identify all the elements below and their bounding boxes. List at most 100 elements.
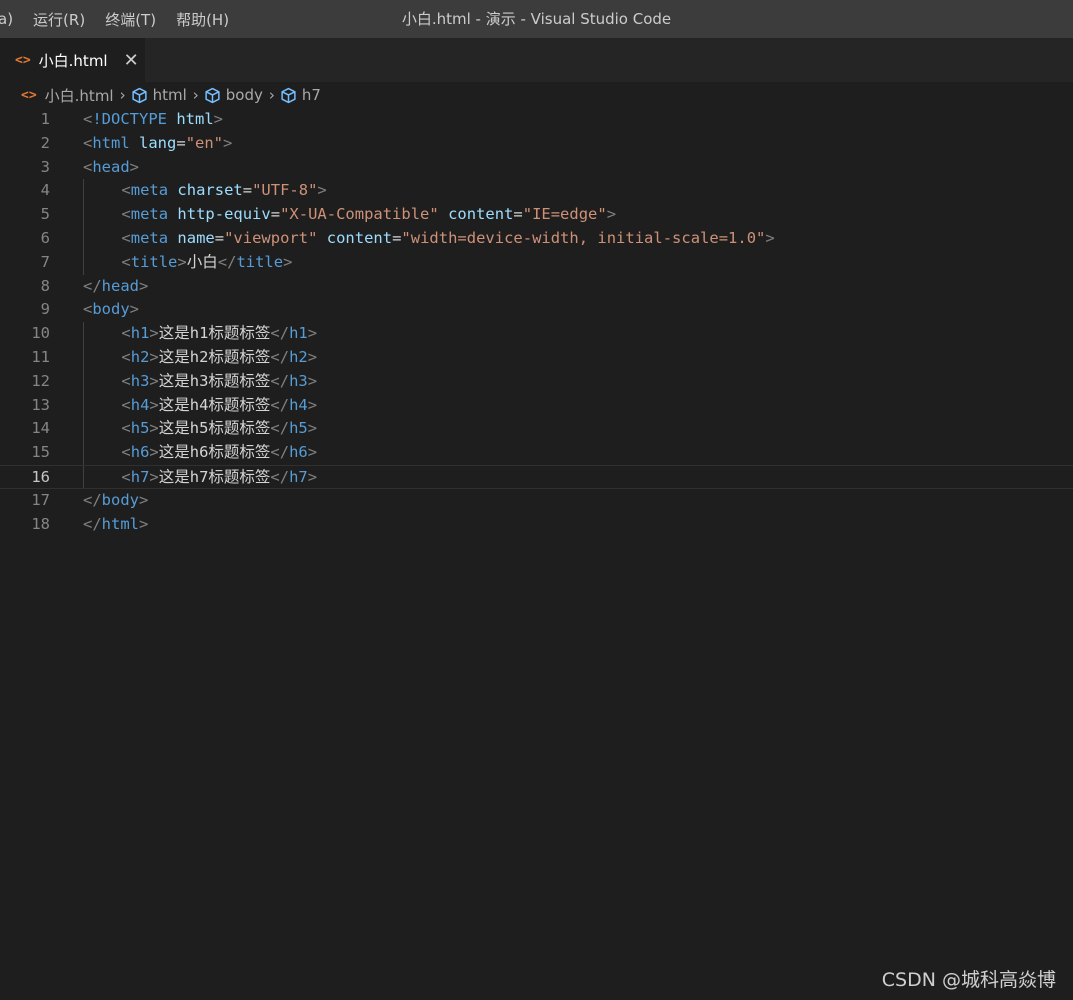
close-icon[interactable]: ✕ bbox=[124, 50, 139, 71]
line-number: 8 bbox=[40, 276, 50, 295]
code-text: <html lang="en"> bbox=[83, 132, 232, 156]
code-line[interactable]: 6 <meta name="viewport" content="width=de… bbox=[0, 226, 1073, 251]
code-token: h2 bbox=[289, 347, 308, 366]
code-line[interactable]: 15 <h6>这是h6标题标签</h6> bbox=[0, 441, 1073, 465]
code-line[interactable]: 8 </head> bbox=[0, 275, 1073, 299]
code-text: <h5>这是h5标题标签</h5> bbox=[121, 417, 317, 441]
code-token: 这是h1标题标签 bbox=[158, 324, 271, 343]
code-token: 这是h3标题标签 bbox=[158, 371, 271, 390]
code-token: < bbox=[121, 467, 131, 486]
code-line[interactable]: 17 </body> bbox=[0, 489, 1073, 513]
line-number: 9 bbox=[40, 300, 50, 319]
code-token: = bbox=[242, 181, 253, 200]
code-token: h1 bbox=[289, 324, 308, 343]
symbol-element-icon bbox=[131, 87, 147, 103]
code-token: > bbox=[149, 419, 159, 438]
code-token: > bbox=[307, 419, 318, 438]
code-token: content bbox=[326, 228, 393, 247]
indent-guide bbox=[83, 203, 84, 227]
breadcrumb-item-html[interactable]: html bbox=[131, 86, 187, 104]
indent-guide bbox=[83, 226, 84, 251]
code-token: </ bbox=[270, 419, 290, 438]
breadcrumb-item-label: body bbox=[225, 86, 263, 104]
code-token: > bbox=[765, 228, 775, 247]
code-line[interactable]: 10 <h1>这是h1标题标签</h1> bbox=[0, 322, 1073, 346]
line-number: 7 bbox=[40, 252, 50, 271]
code-token: html bbox=[176, 110, 214, 128]
code-token: > bbox=[307, 467, 318, 486]
code-line[interactable]: 7 <title>小白</title> bbox=[0, 250, 1073, 275]
code-token: h1 bbox=[130, 324, 150, 343]
code-token: > bbox=[307, 324, 318, 343]
code-token: http-equiv bbox=[177, 205, 271, 224]
code-editor[interactable]: 1 <!DOCTYPE html> 2 <html lang="en"> 3 <head>… bbox=[0, 108, 1073, 1000]
menu-item-help[interactable]: 帮助(H) bbox=[176, 9, 229, 30]
code-token: < bbox=[121, 181, 131, 200]
code-token: 这是h7标题标签 bbox=[158, 467, 271, 486]
breadcrumb-item-label: h7 bbox=[301, 86, 321, 104]
code-line[interactable]: 3 <head> bbox=[0, 156, 1073, 180]
code-token: = bbox=[176, 133, 186, 152]
code-token: 这是h2标题标签 bbox=[158, 347, 271, 366]
code-token: < bbox=[121, 371, 131, 390]
code-token: > bbox=[139, 514, 149, 533]
code-line[interactable]: 18 </html> bbox=[0, 513, 1073, 537]
menu-item-terminal[interactable]: 终端(T) bbox=[105, 9, 156, 30]
html-file-icon: <> bbox=[21, 87, 37, 103]
code-line[interactable]: 11 <h2>这是h2标题标签</h2> bbox=[0, 345, 1073, 370]
indent-guide bbox=[83, 369, 84, 394]
code-token: </ bbox=[270, 324, 290, 343]
tab-active-file[interactable]: <> 小白.html ✕ bbox=[0, 38, 145, 82]
title-bar: a) 运行(R) 终端(T) 帮助(H) 小白.html - 演示 - Visu… bbox=[0, 0, 1073, 38]
menu-item-partial[interactable]: a) bbox=[0, 10, 13, 28]
code-token: h7 bbox=[130, 467, 150, 486]
breadcrumb-item-h7[interactable]: h7 bbox=[280, 86, 321, 104]
code-token: head bbox=[101, 276, 139, 295]
breadcrumb-file-label: 小白.html bbox=[44, 86, 114, 105]
code-token: < bbox=[121, 347, 131, 366]
line-number: 15 bbox=[31, 443, 50, 462]
code-token: h4 bbox=[289, 395, 308, 414]
code-line[interactable]: 1 <!DOCTYPE html> bbox=[0, 108, 1073, 132]
code-token: meta bbox=[130, 205, 169, 224]
code-line[interactable]: 4 <meta charset="UTF-8"> bbox=[0, 179, 1073, 204]
code-token: < bbox=[121, 443, 131, 462]
code-line[interactable]: 16 <h7>这是h7标题标签</h7> bbox=[0, 464, 1073, 490]
indent-guide bbox=[83, 441, 84, 465]
code-token: = bbox=[270, 205, 281, 224]
breadcrumb-item-body[interactable]: body bbox=[204, 86, 263, 104]
code-line[interactable]: 2 <html lang="en"> bbox=[0, 132, 1073, 156]
code-line[interactable]: 12 <h3>这是h3标题标签</h3> bbox=[0, 369, 1073, 394]
code-line[interactable]: 5 <meta http-equiv="X-UA-Compatible" cont… bbox=[0, 203, 1073, 227]
code-token: lang bbox=[139, 133, 177, 152]
code-line[interactable]: 14 <h5>这是h5标题标签</h5> bbox=[0, 417, 1073, 442]
chevron-right-icon: › bbox=[268, 86, 275, 104]
code-token: h3 bbox=[130, 371, 150, 390]
menu-item-run[interactable]: 运行(R) bbox=[33, 9, 85, 30]
code-token: > bbox=[149, 347, 159, 366]
breadcrumb-item-label: html bbox=[152, 86, 187, 104]
line-number: 4 bbox=[40, 181, 50, 200]
code-line[interactable]: 9 <body> bbox=[0, 298, 1073, 322]
code-token: > bbox=[129, 157, 140, 176]
indent-guide bbox=[83, 250, 84, 275]
code-token: < bbox=[121, 324, 131, 343]
line-number: 11 bbox=[31, 347, 50, 366]
code-token: > bbox=[177, 252, 187, 271]
code-token: h7 bbox=[289, 467, 308, 486]
code-token: 这是h5标题标签 bbox=[158, 419, 271, 438]
code-text: <h7>这是h7标题标签</h7> bbox=[121, 466, 317, 490]
code-token: html bbox=[101, 514, 139, 533]
code-token: body bbox=[92, 300, 130, 319]
code-token: > bbox=[317, 181, 327, 200]
breadcrumb: <> 小白.html › html › body › h7 bbox=[0, 82, 1073, 108]
code-line[interactable]: 13 <h4>这是h4标题标签</h4> bbox=[0, 393, 1073, 418]
line-number: 17 bbox=[31, 490, 50, 509]
code-token: h6 bbox=[289, 443, 308, 462]
breadcrumb-file[interactable]: <> 小白.html bbox=[0, 85, 114, 106]
code-token: </ bbox=[83, 276, 102, 295]
code-text: <h3>这是h3标题标签</h3> bbox=[121, 370, 317, 394]
